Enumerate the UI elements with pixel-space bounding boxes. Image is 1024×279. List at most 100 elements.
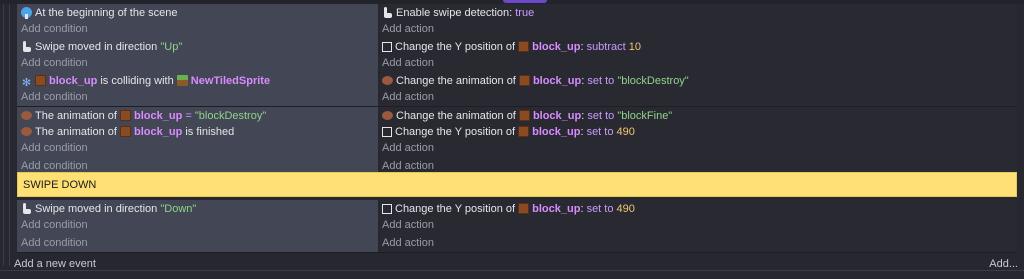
add-condition-row[interactable]: Add condition <box>21 235 88 251</box>
action[interactable]: Change the animation of block_up: set to… <box>382 73 689 89</box>
object-name: block_up <box>134 110 183 122</box>
operator: set to <box>587 75 615 87</box>
swipe-icon <box>21 203 32 214</box>
add-action-row[interactable]: Add action <box>382 55 434 71</box>
add-action-row[interactable]: Add action <box>382 217 434 233</box>
action[interactable]: Change the Y position of block_up: set t… <box>382 124 635 140</box>
swipe-icon <box>382 7 393 18</box>
action[interactable]: Change the Y position of block_up: subtr… <box>382 39 641 55</box>
add-action-button[interactable]: Add action <box>382 219 434 231</box>
actions-column[interactable]: Change the Y position of block_up: subtr… <box>380 38 1017 72</box>
actions-column[interactable]: Change the animation of block_up: set to… <box>380 72 1017 106</box>
conditions-column[interactable]: Add condition <box>17 234 378 252</box>
condition-text: Swipe moved in direction <box>35 41 158 53</box>
sprite-object-icon <box>120 126 131 137</box>
sprite-object-icon <box>120 110 131 121</box>
conditions-column[interactable]: Swipe moved in direction "Down" Add cond… <box>17 200 378 234</box>
sprite-object-icon <box>518 75 530 86</box>
add-condition-button[interactable]: Add condition <box>21 91 88 103</box>
animation-icon <box>21 111 32 120</box>
operator: set to <box>586 203 614 215</box>
add-action-button[interactable]: Add action <box>382 91 434 103</box>
add-action-button[interactable]: Add action <box>382 57 434 69</box>
string-parameter: "blockDestroy" <box>617 75 689 87</box>
action-text: Change the Y position of <box>395 203 516 215</box>
conditions-column[interactable]: Swipe moved in direction "Up" Add condit… <box>17 38 378 72</box>
sprite-object-icon <box>518 41 530 52</box>
action-text: Change the Y position of <box>395 41 516 53</box>
condition[interactable]: The animation of block_up = "blockDestro… <box>21 108 266 124</box>
condition[interactable]: Swipe moved in direction "Down" <box>21 201 196 217</box>
action[interactable]: Change the Y position of block_up: set t… <box>382 201 635 217</box>
swipe-icon <box>21 41 32 52</box>
object-name: block_up <box>134 126 183 138</box>
condition[interactable]: The animation of block_up is finished <box>21 124 234 140</box>
conditions-column[interactable]: At the beginning of the scene Add condit… <box>17 4 378 38</box>
add-action-row[interactable]: Add action <box>382 235 434 251</box>
conditions-column[interactable]: The animation of block_up = "blockDestro… <box>17 107 378 157</box>
add-condition-row[interactable]: Add condition <box>21 89 88 105</box>
conditions-column[interactable]: ✻ block_up is colliding with NewTiledSpri… <box>17 72 378 106</box>
active-tab-indicator <box>503 0 547 3</box>
number-parameter: 490 <box>616 203 635 215</box>
add-action-row[interactable]: Add action <box>382 21 434 37</box>
number-parameter: 10 <box>628 41 642 53</box>
comment-text: SWIPE DOWN <box>23 179 97 191</box>
tree-guide-line <box>9 4 10 266</box>
condition-text: is colliding with <box>100 75 174 87</box>
animation-icon <box>21 127 32 136</box>
condition-text: The animation of <box>35 110 117 122</box>
event-block[interactable]: Add condition Add action <box>17 234 1017 252</box>
string-parameter: "Up" <box>160 41 183 53</box>
action[interactable]: Enable swipe detection: true <box>382 5 534 21</box>
number-parameter: 490 <box>616 126 635 138</box>
actions-column[interactable]: Enable swipe detection: true Add action <box>380 4 1017 38</box>
event-block[interactable]: Swipe moved in direction "Up" Add condit… <box>17 38 1017 72</box>
event-block[interactable]: At the beginning of the scene Add condit… <box>17 4 1017 38</box>
actions-column[interactable]: Change the Y position of block_up: set t… <box>380 200 1017 234</box>
collision-icon: ✻ <box>21 77 32 89</box>
condition-text: At the beginning of the scene <box>35 7 178 19</box>
condition[interactable]: Swipe moved in direction "Up" <box>21 39 182 55</box>
actions-column[interactable]: Change the animation of block_up: set to… <box>380 107 1017 157</box>
add-condition-button[interactable]: Add condition <box>21 23 88 35</box>
parameter-value: true <box>515 7 535 19</box>
add-condition-row[interactable]: Add condition <box>21 140 88 156</box>
string-parameter: "blockFine" <box>617 110 673 122</box>
add-condition-button[interactable]: Add condition <box>21 219 88 231</box>
add-condition-button[interactable]: Add condition <box>21 142 88 154</box>
condition[interactable]: At the beginning of the scene <box>21 5 178 21</box>
add-condition-button[interactable]: Add condition <box>21 57 88 69</box>
event-block[interactable]: Swipe moved in direction "Down" Add cond… <box>17 200 1017 234</box>
action-text: Change the Y position of <box>395 126 516 138</box>
condition-text: is finished <box>185 126 235 138</box>
sprite-object-icon <box>518 126 530 137</box>
add-condition-row[interactable]: Add condition <box>21 55 88 71</box>
add-action-button[interactable]: Add action <box>382 142 434 154</box>
position-icon <box>382 127 392 137</box>
actions-column[interactable]: Add action <box>380 234 1017 252</box>
add-more-button[interactable]: Add... <box>989 258 1018 270</box>
operator: = <box>185 110 192 122</box>
action-text: Enable swipe detection: <box>396 7 513 19</box>
add-action-button[interactable]: Add action <box>382 23 434 35</box>
add-action-row[interactable]: Add action <box>382 140 434 156</box>
add-condition-button[interactable]: Add condition <box>21 237 88 249</box>
add-new-event-button[interactable]: Add a new event <box>14 258 96 270</box>
position-icon <box>382 42 392 52</box>
action[interactable]: Change the animation of block_up: set to… <box>382 108 672 124</box>
add-condition-row[interactable]: Add condition <box>21 217 88 233</box>
add-action-button[interactable]: Add action <box>382 237 434 249</box>
comment-swipe-down[interactable]: SWIPE DOWN <box>17 172 1017 197</box>
tiled-sprite-object-icon <box>176 75 188 86</box>
condition[interactable]: ✻ block_up is colliding with NewTiledSpri… <box>21 73 270 89</box>
event-separator <box>17 252 1017 253</box>
condition-text: The animation of <box>35 126 117 138</box>
add-condition-row[interactable]: Add condition <box>21 21 88 37</box>
event-block[interactable]: The animation of block_up = "blockDestro… <box>17 107 1017 157</box>
add-action-button[interactable]: Add action <box>382 160 434 172</box>
event-block[interactable]: ✻ block_up is colliding with NewTiledSpri… <box>17 72 1017 106</box>
add-condition-button[interactable]: Add condition <box>21 160 88 172</box>
add-action-row[interactable]: Add action <box>382 89 434 105</box>
sprite-object-icon <box>35 75 46 86</box>
